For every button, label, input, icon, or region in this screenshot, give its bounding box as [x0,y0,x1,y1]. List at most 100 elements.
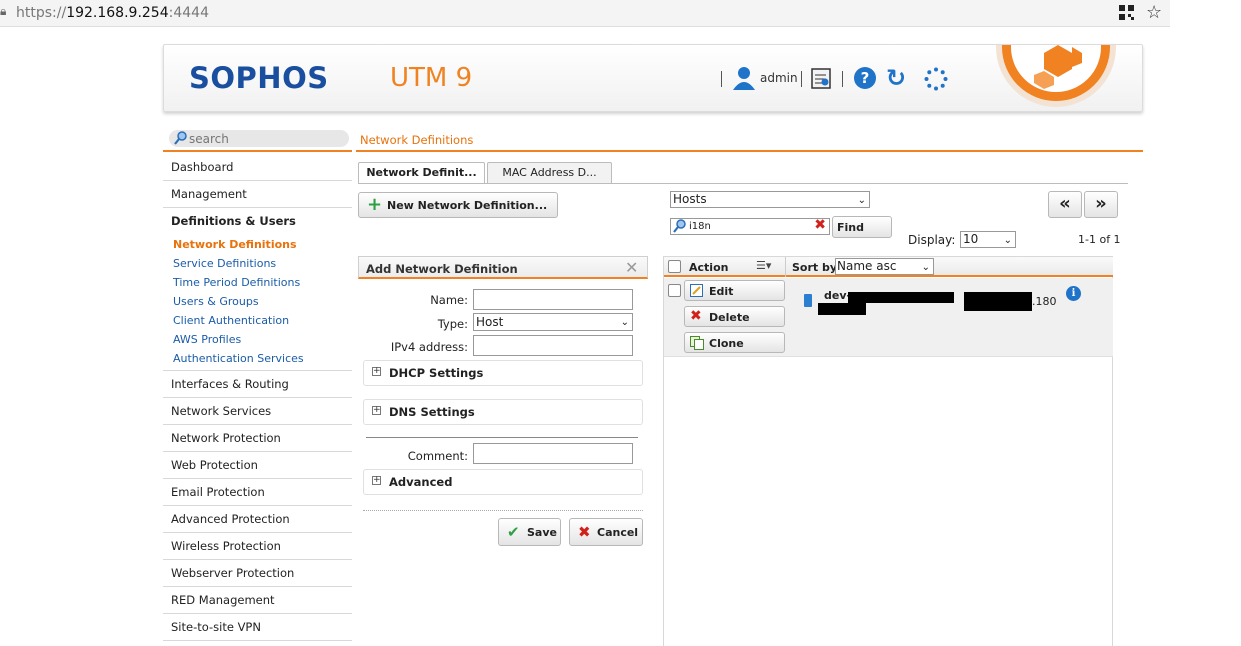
sophos-logo[interactable]: SOPHOS [189,61,329,95]
cancel-button[interactable]: ✖ Cancel [569,518,643,546]
next-page-button[interactable]: » [1084,191,1118,218]
help-icon[interactable]: ? [854,67,876,89]
chevron-down-icon: ⌄ [921,262,930,273]
name-label: Name: [430,293,468,307]
sidebar-subitem-network-definitions[interactable]: Network Definitions [163,235,352,254]
header-divider [785,257,786,277]
advanced-section[interactable]: + Advanced [363,469,643,495]
expand-icon: + [372,405,381,415]
sidebar-item-network-services[interactable]: Network Services [163,398,352,425]
display-label: Display: [908,233,956,247]
search-input[interactable] [189,131,344,146]
product-name: UTM 9 [390,63,473,93]
sidebar-item-site-to-site-vpn[interactable]: Site-to-site VPN [163,614,352,641]
divider [366,437,638,438]
sidebar-section-definitions-users[interactable]: Definitions & Users [163,208,352,235]
clone-button[interactable]: Clone [684,332,785,353]
lock-icon: 🔒︎ [0,4,7,18]
tab-network-definitions[interactable]: Network Definit... [358,162,485,184]
display-count-select[interactable]: 10 ⌄ [960,231,1016,248]
edit-icon [690,284,703,297]
dhcp-settings-section[interactable]: + DHCP Settings [363,360,643,386]
sidebar-submenu: Network Definitions Service Definitions … [163,235,352,371]
activity-spinner-icon[interactable] [924,67,948,91]
divider [363,510,643,511]
user-name[interactable]: admin [760,71,798,85]
sidebar-item-web-protection[interactable]: Web Protection [163,452,352,479]
type-filter-select[interactable]: Hosts ⌄ [670,191,870,208]
bookmark-star-icon[interactable]: ☆ [1146,2,1162,23]
comment-field[interactable] [473,443,633,464]
nav-accent-line [163,150,352,152]
notepad-icon[interactable] [810,67,832,89]
dns-settings-section[interactable]: + DNS Settings [363,399,643,425]
sidebar-subitem-service-definitions[interactable]: Service Definitions [163,254,352,273]
close-icon: ✖ [578,523,591,541]
close-icon[interactable]: ✕ [625,258,638,277]
app-header: SOPHOS UTM 9 admin ? ↻ [163,44,1143,112]
user-icon[interactable] [733,66,755,90]
sidebar-item-advanced-protection[interactable]: Advanced Protection [163,506,352,533]
type-select[interactable]: Host ⌄ [473,313,633,331]
select-all-checkbox[interactable] [668,260,681,273]
breadcrumb-bar: Network Definitions [356,128,1143,152]
tab-mac-address-definitions[interactable]: MAC Address D... [487,162,612,183]
chevron-down-icon: ⌄ [857,195,866,206]
browser-url-bar[interactable]: 🔒︎ https://192.168.9.254:4444 ☆ [0,0,1170,27]
breadcrumb: Network Definitions [360,133,474,147]
info-icon[interactable]: i [1066,286,1081,301]
plus-icon: + [367,194,383,215]
previous-page-button[interactable]: « [1048,191,1082,218]
column-menu-icon[interactable]: ☰▾ [756,259,771,272]
type-label: Type: [437,317,468,331]
network-definitions-list: Action ☰▾ Sort by: Name asc ⌄ Edit ✖ Del… [663,256,1113,646]
nav-search[interactable] [169,130,349,147]
tab-underline [358,183,1128,184]
save-button[interactable]: ✔ Save [498,518,561,546]
expand-icon: + [372,366,381,376]
redaction [964,292,1032,311]
host-icon [804,294,812,307]
row-checkbox[interactable] [668,284,681,297]
sidebar-item-email-protection[interactable]: Email Protection [163,479,352,506]
filter-input[interactable]: i18n ✖ [670,217,830,235]
sidebar-item-interfaces-routing[interactable]: Interfaces & Routing [163,371,352,398]
sidebar-subitem-client-authentication[interactable]: Client Authentication [163,311,352,330]
new-network-definition-button[interactable]: + New Network Definition... [358,192,558,218]
sidebar-subitem-users-groups[interactable]: Users & Groups [163,292,352,311]
clone-icon [690,336,704,350]
panel-title: Add Network Definition [366,262,518,276]
ipv4-address-label: IPv4 address: [390,340,468,354]
expand-icon: + [372,475,381,485]
sidebar-item-management[interactable]: Management [163,181,352,208]
sort-select[interactable]: Name asc ⌄ [835,258,934,275]
edit-button[interactable]: Edit [684,280,785,301]
clear-filter-icon[interactable]: ✖ [814,217,826,233]
find-button[interactable]: Find [832,216,892,238]
brand-hexagon-icon [1034,45,1082,89]
name-field[interactable] [473,289,633,310]
search-icon [673,219,686,233]
sidebar-item-webserver-protection[interactable]: Webserver Protection [163,560,352,587]
redaction [848,292,954,303]
sidebar-item-network-protection[interactable]: Network Protection [163,425,352,452]
delete-button[interactable]: ✖ Delete [684,306,785,327]
redaction [818,303,866,315]
chevron-down-icon: ⌄ [1003,235,1012,246]
sidebar-subitem-time-period-definitions[interactable]: Time Period Definitions [163,273,352,292]
qr-code-icon[interactable] [1119,5,1134,20]
delete-icon: ✖ [690,308,702,324]
sidebar-item-dashboard[interactable]: Dashboard [163,154,352,181]
sidebar-item-red-management[interactable]: RED Management [163,587,352,614]
header-divider [721,71,722,87]
sidebar-subitem-aws-profiles[interactable]: AWS Profiles [163,330,352,349]
sidebar-item-wireless-protection[interactable]: Wireless Protection [163,533,352,560]
reload-icon[interactable]: ↻ [886,64,906,92]
comment-label: Comment: [407,449,468,463]
action-column-header: Action [689,261,729,274]
url-text[interactable]: https://192.168.9.254:4444 [16,5,209,21]
header-divider [842,71,843,87]
table-row: Edit ✖ Delete Clone dev- .180 i [664,278,1113,357]
sidebar-subitem-authentication-services[interactable]: Authentication Services [163,349,352,368]
ipv4-address-field[interactable] [473,335,633,356]
